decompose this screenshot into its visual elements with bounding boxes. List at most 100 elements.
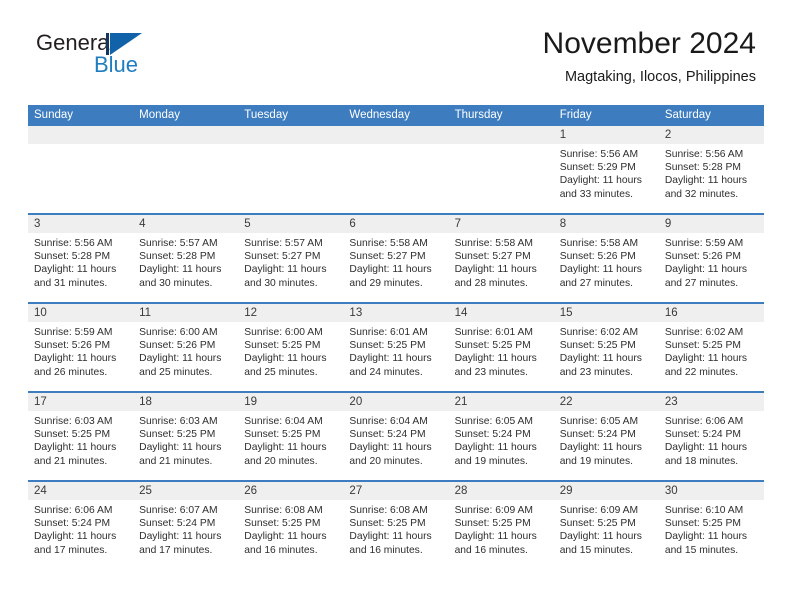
day-sun-info: Sunrise: 6:05 AM Sunset: 5:24 PM Daylight:… bbox=[449, 411, 554, 468]
day-number: 22 bbox=[553, 393, 659, 411]
daylight-text-line1: Daylight: 11 hours bbox=[664, 442, 748, 454]
calendar-day-cell[interactable]: 23 Sunrise: 6:06 AM Sunset: 5:24 PM Dayligh… bbox=[658, 393, 764, 480]
sunrise-text: Sunrise: 5:57 AM bbox=[244, 238, 323, 249]
sunset-text: Sunset: 5:29 PM bbox=[559, 162, 636, 174]
daylight-text-line2: and 25 minutes. bbox=[139, 366, 213, 378]
page-header: General Blue November 2024 Magtaking, Il… bbox=[28, 0, 764, 85]
day-sun-info: Sunrise: 6:00 AM Sunset: 5:26 PM Daylight:… bbox=[133, 322, 238, 379]
daylight-text-line1: Daylight: 11 hours bbox=[559, 353, 642, 365]
calendar-day-cell[interactable]: 30 Sunrise: 6:10 AM Sunset: 5:25 PM Dayligh… bbox=[658, 482, 764, 569]
daylight-text-line2: and 22 minutes. bbox=[664, 366, 739, 378]
day-sun-info: Sunrise: 5:56 AM Sunset: 5:28 PM Daylight:… bbox=[659, 144, 764, 201]
day-sun-info: Sunrise: 6:07 AM Sunset: 5:24 PM Daylight:… bbox=[133, 500, 238, 557]
calendar-day-cell[interactable]: 27 Sunrise: 6:08 AM Sunset: 5:25 PM Dayligh… bbox=[343, 482, 449, 569]
sunrise-text: Sunrise: 6:05 AM bbox=[559, 416, 639, 427]
calendar-day-cell[interactable]: 3 Sunrise: 5:56 AM Sunset: 5:28 PM Daylight… bbox=[28, 215, 134, 302]
daylight-text-line2: and 32 minutes. bbox=[664, 188, 739, 200]
day-sun-info: Sunrise: 5:58 AM Sunset: 5:27 PM Daylight:… bbox=[449, 233, 554, 290]
daylight-text-line1: Daylight: 11 hours bbox=[34, 264, 117, 276]
calendar-day-cell[interactable]: 18 Sunrise: 6:03 AM Sunset: 5:25 PM Dayligh… bbox=[133, 393, 239, 480]
daylight-text-line2: and 16 minutes. bbox=[244, 544, 318, 556]
day-number: 27 bbox=[343, 482, 449, 500]
weekday-monday: Monday bbox=[139, 109, 181, 121]
daylight-text-line1: Daylight: 11 hours bbox=[34, 353, 117, 365]
calendar-day-cell[interactable]: 13 Sunrise: 6:01 AM Sunset: 5:25 PM Dayligh… bbox=[343, 304, 449, 391]
day-number bbox=[133, 126, 239, 144]
sunset-text: Sunset: 5:25 PM bbox=[244, 518, 321, 530]
calendar-day-cell[interactable]: 17 Sunrise: 6:03 AM Sunset: 5:25 PM Dayligh… bbox=[28, 393, 134, 480]
calendar-day-cell[interactable]: 22 Sunrise: 6:05 AM Sunset: 5:24 PM Dayligh… bbox=[553, 393, 659, 480]
calendar-day-cell[interactable]: 10 Sunrise: 5:59 AM Sunset: 5:26 PM Dayligh… bbox=[28, 304, 134, 391]
daylight-text-line2: and 15 minutes. bbox=[559, 544, 633, 556]
daylight-text-line2: and 21 minutes. bbox=[139, 455, 213, 467]
day-number: 3 bbox=[28, 215, 134, 233]
calendar-day-cell[interactable]: 5 Sunrise: 5:57 AM Sunset: 5:27 PM Daylight… bbox=[238, 215, 344, 302]
calendar-day-cell[interactable]: 24 Sunrise: 6:06 AM Sunset: 5:24 PM Dayligh… bbox=[28, 482, 134, 569]
day-number: 16 bbox=[658, 304, 764, 322]
daylight-text-line2: and 17 minutes. bbox=[34, 544, 108, 556]
daylight-text-line2: and 26 minutes. bbox=[34, 366, 108, 378]
sunrise-text: Sunrise: 6:08 AM bbox=[244, 505, 323, 516]
daylight-text-line2: and 25 minutes. bbox=[244, 366, 318, 378]
daylight-text-line1: Daylight: 11 hours bbox=[454, 353, 537, 365]
calendar-day-cell-empty bbox=[28, 126, 134, 213]
calendar-day-cell[interactable]: 29 Sunrise: 6:09 AM Sunset: 5:25 PM Dayligh… bbox=[553, 482, 659, 569]
calendar-day-cell[interactable]: 2 Sunrise: 5:56 AM Sunset: 5:28 PM Daylight… bbox=[658, 126, 764, 213]
sunset-text: Sunset: 5:27 PM bbox=[454, 251, 531, 263]
day-sun-info: Sunrise: 5:56 AM Sunset: 5:28 PM Daylight:… bbox=[28, 233, 133, 290]
sunrise-text: Sunrise: 5:58 AM bbox=[454, 238, 533, 249]
calendar-day-cell[interactable]: 6 Sunrise: 5:58 AM Sunset: 5:27 PM Daylight… bbox=[343, 215, 449, 302]
sunset-text: Sunset: 5:25 PM bbox=[34, 429, 111, 441]
day-sun-info: Sunrise: 6:06 AM Sunset: 5:24 PM Daylight:… bbox=[659, 411, 764, 468]
day-number: 8 bbox=[553, 215, 659, 233]
calendar-day-cell[interactable]: 15 Sunrise: 6:02 AM Sunset: 5:25 PM Dayligh… bbox=[553, 304, 659, 391]
daylight-text-line2: and 15 minutes. bbox=[664, 544, 739, 556]
daylight-text-line2: and 27 minutes. bbox=[559, 277, 633, 289]
calendar-day-cell[interactable]: 12 Sunrise: 6:00 AM Sunset: 5:25 PM Dayligh… bbox=[238, 304, 344, 391]
calendar-day-cell[interactable]: 20 Sunrise: 6:04 AM Sunset: 5:24 PM Dayligh… bbox=[343, 393, 449, 480]
calendar-day-cell[interactable]: 8 Sunrise: 5:58 AM Sunset: 5:26 PM Daylight… bbox=[553, 215, 659, 302]
daylight-text-line1: Daylight: 11 hours bbox=[139, 353, 222, 365]
calendar-day-cell[interactable]: 19 Sunrise: 6:04 AM Sunset: 5:25 PM Dayligh… bbox=[238, 393, 344, 480]
calendar-day-cell[interactable]: 21 Sunrise: 6:05 AM Sunset: 5:24 PM Dayligh… bbox=[448, 393, 554, 480]
weekday-tuesday: Tuesday bbox=[244, 109, 288, 121]
sunrise-text: Sunrise: 6:04 AM bbox=[244, 416, 323, 427]
day-number: 11 bbox=[133, 304, 239, 322]
day-number: 21 bbox=[448, 393, 554, 411]
daylight-text-line1: Daylight: 11 hours bbox=[34, 531, 117, 543]
sunrise-text: Sunrise: 6:05 AM bbox=[454, 416, 533, 427]
calendar-day-cell[interactable]: 7 Sunrise: 5:58 AM Sunset: 5:27 PM Daylight… bbox=[448, 215, 554, 302]
day-sun-info: Sunrise: 6:06 AM Sunset: 5:24 PM Daylight:… bbox=[28, 500, 133, 557]
calendar-day-cell[interactable]: 1 Sunrise: 5:56 AM Sunset: 5:29 PM Daylight… bbox=[553, 126, 659, 213]
day-number: 9 bbox=[658, 215, 764, 233]
weekday-sunday: Sunday bbox=[34, 109, 74, 121]
sunset-text: Sunset: 5:25 PM bbox=[664, 518, 741, 530]
daylight-text-line1: Daylight: 11 hours bbox=[559, 531, 642, 543]
sunset-text: Sunset: 5:26 PM bbox=[34, 340, 111, 352]
day-number: 26 bbox=[238, 482, 344, 500]
sunrise-text: Sunrise: 5:57 AM bbox=[139, 238, 218, 249]
calendar-day-cell[interactable]: 4 Sunrise: 5:57 AM Sunset: 5:28 PM Daylight… bbox=[133, 215, 239, 302]
sunset-text: Sunset: 5:25 PM bbox=[559, 340, 636, 352]
daylight-text-line2: and 20 minutes. bbox=[349, 455, 423, 467]
calendar-day-cell[interactable]: 26 Sunrise: 6:08 AM Sunset: 5:25 PM Dayligh… bbox=[238, 482, 344, 569]
daylight-text-line2: and 30 minutes. bbox=[244, 277, 318, 289]
calendar-day-cell[interactable]: 14 Sunrise: 6:01 AM Sunset: 5:25 PM Dayligh… bbox=[448, 304, 554, 391]
day-number: 13 bbox=[343, 304, 449, 322]
calendar-day-cell[interactable]: 11 Sunrise: 6:00 AM Sunset: 5:26 PM Dayligh… bbox=[133, 304, 239, 391]
day-sun-info: Sunrise: 6:00 AM Sunset: 5:25 PM Daylight:… bbox=[238, 322, 343, 379]
calendar-day-cell[interactable]: 28 Sunrise: 6:09 AM Sunset: 5:25 PM Dayligh… bbox=[448, 482, 554, 569]
sunrise-text: Sunrise: 6:09 AM bbox=[559, 505, 639, 516]
day-number bbox=[28, 126, 134, 144]
day-number: 20 bbox=[343, 393, 449, 411]
calendar-day-cell[interactable]: 25 Sunrise: 6:07 AM Sunset: 5:24 PM Dayligh… bbox=[133, 482, 239, 569]
day-number: 5 bbox=[238, 215, 344, 233]
calendar-day-cell[interactable]: 9 Sunrise: 5:59 AM Sunset: 5:26 PM Daylight… bbox=[658, 215, 764, 302]
sunset-text: Sunset: 5:26 PM bbox=[559, 251, 636, 263]
calendar-day-cell[interactable]: 16 Sunrise: 6:02 AM Sunset: 5:25 PM Dayligh… bbox=[658, 304, 764, 391]
daylight-text-line2: and 19 minutes. bbox=[454, 455, 528, 467]
daylight-text-line1: Daylight: 11 hours bbox=[34, 442, 117, 454]
calendar-page: General Blue November 2024 Magtaking, Il… bbox=[0, 0, 792, 612]
sunrise-text: Sunrise: 6:04 AM bbox=[349, 416, 428, 427]
sunrise-text: Sunrise: 6:10 AM bbox=[664, 505, 744, 516]
